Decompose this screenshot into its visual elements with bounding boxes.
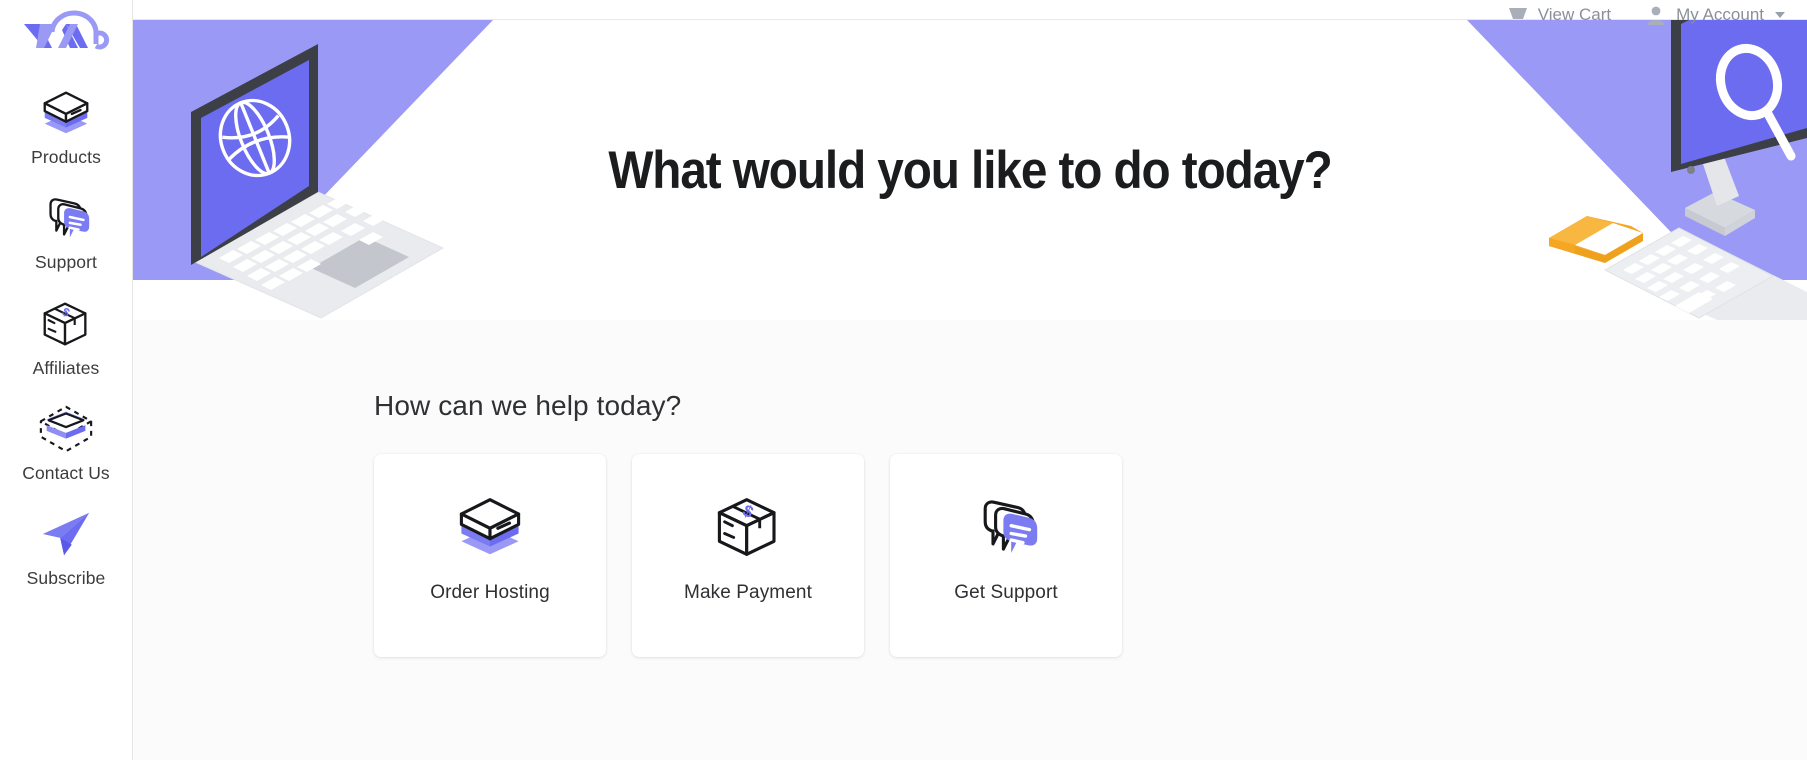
package-dollar-icon: $ xyxy=(717,498,776,556)
page-root: Products Support $ Affiliates Contact Us… xyxy=(0,0,1807,760)
logo[interactable] xyxy=(0,0,132,62)
sidebar-item-label: Support xyxy=(35,252,97,273)
card-get-support[interactable]: Get Support xyxy=(890,454,1122,657)
envelope-dashed-icon xyxy=(39,405,93,453)
section-heading: How can we help today? xyxy=(374,390,682,421)
sidebar-item-label: Affiliates xyxy=(32,357,100,378)
view-cart-label: View Cart xyxy=(1537,5,1612,24)
sidebar-item-support[interactable]: Support xyxy=(0,189,132,272)
paper-plane-icon xyxy=(42,512,90,556)
server-box-icon xyxy=(459,498,521,555)
chevron-down-icon xyxy=(1775,12,1785,18)
chat-bubbles-icon xyxy=(983,500,1038,553)
quick-action-cards: Order Hosting $ Make Payment Get Support xyxy=(374,454,1122,657)
sidebar-item-products[interactable]: Products xyxy=(0,84,132,167)
card-label: Get Support xyxy=(954,582,1058,603)
vectorapps-logo-icon xyxy=(24,10,110,50)
cart-icon xyxy=(1508,8,1527,19)
sidebar-item-label: Products xyxy=(31,147,101,167)
sidebar-item-affiliates[interactable]: $ Affiliates xyxy=(0,295,132,378)
server-box-icon xyxy=(43,91,89,134)
card-label: Order Hosting xyxy=(430,582,550,603)
my-account-label: My Account xyxy=(1676,5,1764,24)
chat-bubbles-icon xyxy=(49,198,90,238)
sidebar-item-contact-us[interactable]: Contact Us xyxy=(0,400,132,483)
card-make-payment[interactable]: $ Make Payment xyxy=(632,454,864,657)
card-order-hosting[interactable]: Order Hosting xyxy=(374,454,606,657)
package-dollar-icon: $ xyxy=(43,302,87,345)
hero-banner: What would you like to do today? xyxy=(133,20,1807,320)
content-area: View Cart My Account What would you like… xyxy=(133,0,1807,760)
view-cart-link[interactable]: View Cart xyxy=(1507,5,1611,25)
person-icon xyxy=(1647,6,1665,25)
sidebar-item-label: Contact Us xyxy=(22,462,110,483)
card-label: Make Payment xyxy=(684,582,812,603)
page-title: What would you like to do today? xyxy=(608,141,1332,200)
sidebar-nav: Products Support $ Affiliates Contact Us… xyxy=(0,0,133,760)
my-account-link[interactable]: My Account xyxy=(1645,5,1785,25)
utility-topbar: View Cart My Account xyxy=(133,0,1807,25)
sidebar-item-label: Subscribe xyxy=(26,568,106,588)
main-section: How can we help today? Order Hosting $ M… xyxy=(133,320,1807,760)
sidebar-item-subscribe[interactable]: Subscribe xyxy=(0,505,132,588)
